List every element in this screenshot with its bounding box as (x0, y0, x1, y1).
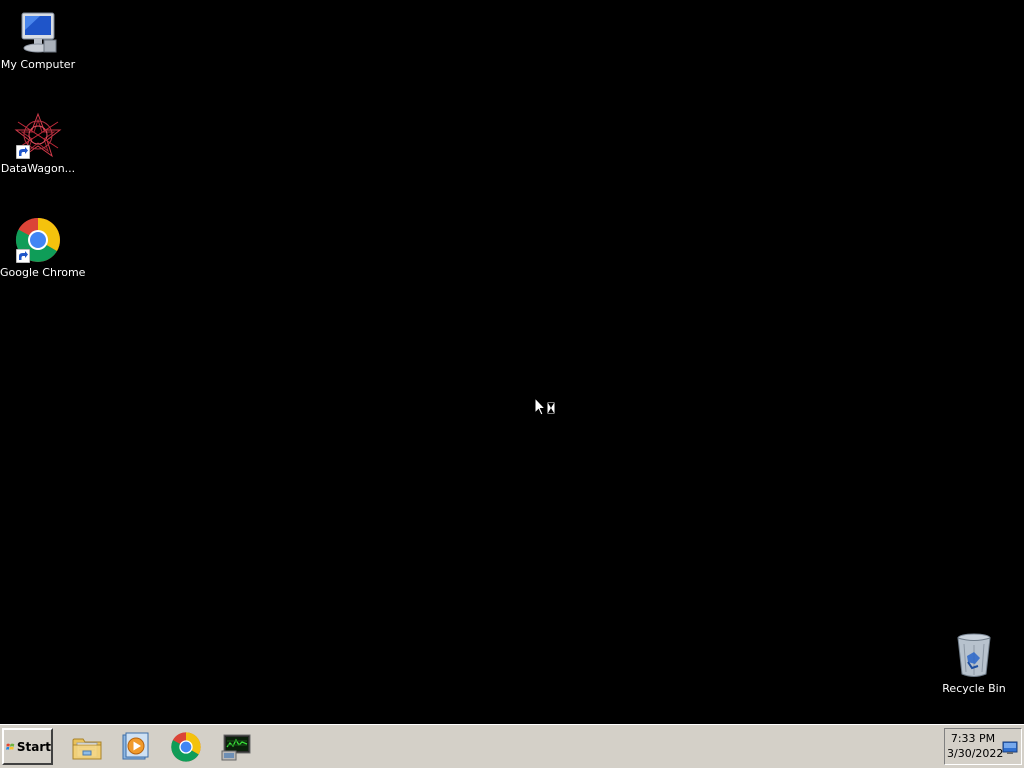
desktop: My Computer DataWagon... Google Chrome R… (0, 0, 1024, 724)
start-button[interactable]: Start (2, 728, 53, 765)
desktop-icon-google-chrome[interactable]: Google Chrome (0, 216, 86, 279)
network-monitor-icon[interactable] (220, 731, 252, 763)
datawagon-icon (14, 112, 62, 160)
clock-time: 7:33 PM (950, 732, 996, 745)
clock[interactable]: 7:33 PM 3/30/2022 (947, 731, 1004, 761)
desktop-icon-label: My Computer (0, 58, 76, 71)
recycle-bin-icon (950, 632, 998, 680)
desktop-icon-label: Google Chrome (0, 266, 86, 279)
show-desktop-icon[interactable] (1002, 741, 1018, 755)
chrome-icon (14, 216, 62, 264)
chrome-icon[interactable] (170, 731, 202, 763)
desktop-icon-label: DataWagon... (0, 162, 76, 175)
busy-cursor-icon (534, 397, 556, 416)
shortcut-arrow-icon (16, 145, 30, 159)
desktop-icon-recycle-bin[interactable]: Recycle Bin (936, 632, 1012, 695)
media-player-icon[interactable] (120, 731, 152, 763)
desktop-icon-label: Recycle Bin (942, 682, 1006, 695)
windows-logo-icon (6, 743, 15, 750)
folder-explorer-icon[interactable] (71, 731, 103, 763)
desktop-icon-datawagon[interactable]: DataWagon... (0, 112, 76, 175)
desktop-icon-my-computer[interactable]: My Computer (0, 8, 76, 71)
start-label: Start (16, 739, 51, 754)
my-computer-icon (14, 8, 62, 56)
clock-date: 3/30/2022 (947, 747, 1004, 760)
shortcut-arrow-icon (16, 249, 30, 263)
system-tray: 7:33 PM 3/30/2022 (944, 728, 1022, 765)
taskbar: Start 7:33 PM 3/30/2022 (0, 724, 1024, 768)
